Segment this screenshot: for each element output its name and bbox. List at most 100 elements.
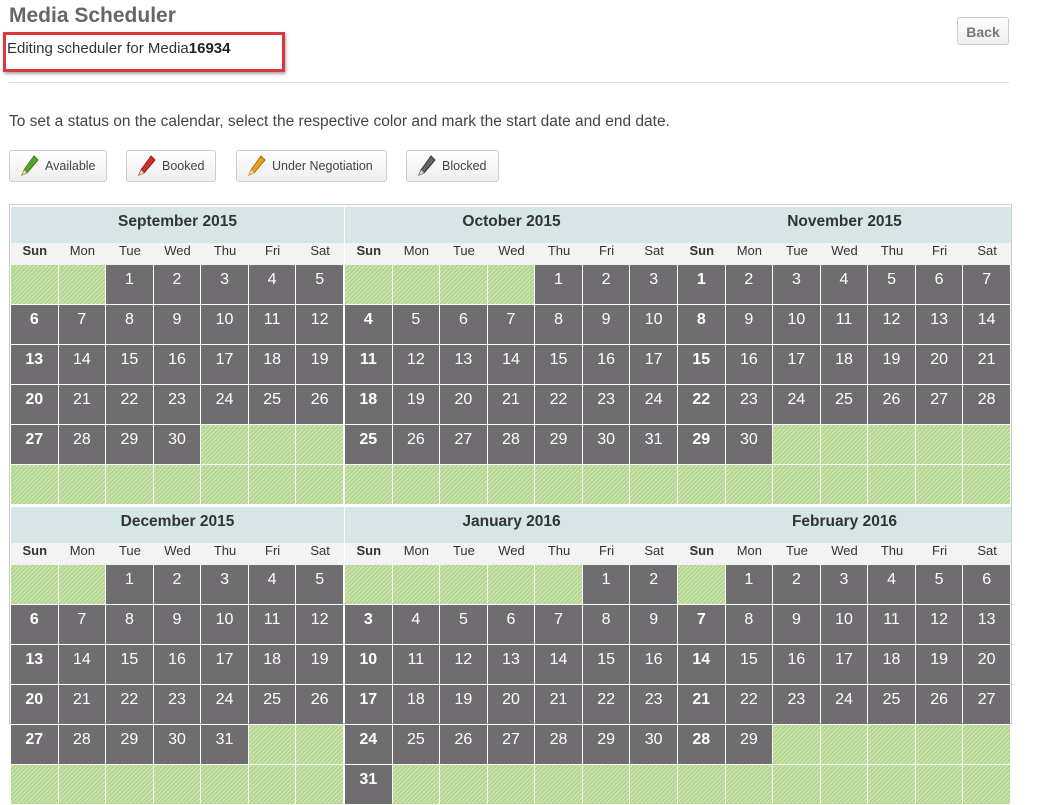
- day-cell[interactable]: 11: [248, 305, 296, 344]
- day-cell[interactable]: 23: [153, 685, 201, 724]
- day-cell[interactable]: 25: [392, 725, 440, 764]
- day-cell[interactable]: 1: [678, 265, 725, 304]
- day-cell[interactable]: 4: [248, 265, 296, 304]
- day-cell[interactable]: 11: [392, 645, 440, 684]
- day-cell[interactable]: 28: [535, 725, 582, 764]
- day-cell[interactable]: 20: [915, 345, 963, 384]
- day-cell[interactable]: 27: [963, 685, 1010, 724]
- day-cell[interactable]: 26: [868, 385, 915, 424]
- day-cell[interactable]: 1: [582, 565, 630, 604]
- day-cell[interactable]: 1: [106, 565, 153, 604]
- day-cell[interactable]: 8: [106, 605, 153, 644]
- day-cell[interactable]: 4: [392, 605, 440, 644]
- day-cell[interactable]: 30: [582, 425, 630, 464]
- day-cell[interactable]: 1: [106, 265, 153, 304]
- day-cell[interactable]: 6: [440, 305, 487, 344]
- day-cell[interactable]: 24: [201, 385, 248, 424]
- day-cell[interactable]: 8: [678, 305, 725, 344]
- day-cell[interactable]: 3: [773, 265, 820, 304]
- day-cell[interactable]: 27: [11, 725, 58, 764]
- day-cell[interactable]: 19: [392, 385, 440, 424]
- day-cell[interactable]: 4: [248, 565, 296, 604]
- day-cell[interactable]: 4: [345, 305, 392, 344]
- day-cell[interactable]: 12: [296, 305, 343, 344]
- day-cell[interactable]: 20: [963, 645, 1010, 684]
- day-cell[interactable]: 17: [201, 645, 248, 684]
- day-cell[interactable]: 22: [678, 385, 725, 424]
- day-cell[interactable]: 11: [820, 305, 868, 344]
- day-cell[interactable]: 14: [963, 305, 1010, 344]
- day-cell[interactable]: 15: [725, 645, 773, 684]
- day-cell[interactable]: 19: [296, 345, 343, 384]
- day-cell[interactable]: 4: [820, 265, 868, 304]
- day-cell[interactable]: 2: [773, 565, 820, 604]
- day-cell[interactable]: 3: [630, 265, 677, 304]
- day-cell[interactable]: 23: [773, 685, 820, 724]
- day-cell[interactable]: 20: [487, 685, 535, 724]
- day-cell[interactable]: 21: [487, 385, 535, 424]
- day-cell[interactable]: 2: [153, 565, 201, 604]
- day-cell[interactable]: 18: [345, 385, 392, 424]
- day-cell[interactable]: 2: [153, 265, 201, 304]
- day-cell[interactable]: 9: [153, 305, 201, 344]
- day-cell[interactable]: 23: [153, 385, 201, 424]
- day-cell[interactable]: 14: [58, 345, 106, 384]
- day-cell[interactable]: 29: [535, 425, 582, 464]
- day-cell[interactable]: 13: [963, 605, 1010, 644]
- day-cell[interactable]: 6: [11, 305, 58, 344]
- day-cell[interactable]: 7: [963, 265, 1010, 304]
- day-cell[interactable]: 24: [345, 725, 392, 764]
- day-cell[interactable]: 14: [487, 345, 535, 384]
- day-cell[interactable]: 7: [678, 605, 725, 644]
- day-cell[interactable]: 6: [11, 605, 58, 644]
- day-cell[interactable]: 27: [11, 425, 58, 464]
- day-cell[interactable]: 28: [487, 425, 535, 464]
- day-cell[interactable]: 5: [868, 265, 915, 304]
- day-cell[interactable]: 16: [773, 645, 820, 684]
- day-cell[interactable]: 13: [915, 305, 963, 344]
- day-cell[interactable]: 26: [392, 425, 440, 464]
- day-cell[interactable]: 19: [915, 645, 963, 684]
- day-cell[interactable]: 31: [345, 765, 392, 804]
- day-cell[interactable]: 13: [487, 645, 535, 684]
- day-cell[interactable]: 22: [106, 685, 153, 724]
- day-cell[interactable]: 27: [487, 725, 535, 764]
- day-cell[interactable]: 8: [535, 305, 582, 344]
- day-cell[interactable]: 17: [201, 345, 248, 384]
- day-cell[interactable]: 19: [440, 685, 487, 724]
- day-cell[interactable]: 18: [868, 645, 915, 684]
- day-cell[interactable]: 14: [58, 645, 106, 684]
- day-cell[interactable]: 15: [106, 345, 153, 384]
- day-cell[interactable]: 21: [58, 685, 106, 724]
- day-cell[interactable]: 24: [820, 685, 868, 724]
- day-cell[interactable]: 1: [725, 565, 773, 604]
- day-cell[interactable]: 23: [582, 385, 630, 424]
- day-cell[interactable]: 15: [106, 645, 153, 684]
- day-cell[interactable]: 21: [535, 685, 582, 724]
- day-cell[interactable]: 29: [678, 425, 725, 464]
- day-cell[interactable]: 12: [296, 605, 343, 644]
- day-cell[interactable]: 12: [392, 345, 440, 384]
- day-cell[interactable]: 27: [915, 385, 963, 424]
- day-cell[interactable]: 15: [582, 645, 630, 684]
- day-cell[interactable]: 9: [773, 605, 820, 644]
- day-cell[interactable]: 16: [153, 345, 201, 384]
- day-cell[interactable]: 13: [11, 345, 58, 384]
- day-cell[interactable]: 4: [868, 565, 915, 604]
- day-cell[interactable]: 11: [248, 605, 296, 644]
- day-cell[interactable]: 15: [535, 345, 582, 384]
- day-cell[interactable]: 8: [725, 605, 773, 644]
- day-cell[interactable]: 21: [963, 345, 1010, 384]
- day-cell[interactable]: 25: [868, 685, 915, 724]
- day-cell[interactable]: 16: [153, 645, 201, 684]
- day-cell[interactable]: 10: [345, 645, 392, 684]
- day-cell[interactable]: 11: [345, 345, 392, 384]
- day-cell[interactable]: 6: [915, 265, 963, 304]
- day-cell[interactable]: 2: [630, 565, 677, 604]
- day-cell[interactable]: 7: [535, 605, 582, 644]
- day-cell[interactable]: 8: [106, 305, 153, 344]
- day-cell[interactable]: 31: [630, 425, 677, 464]
- day-cell[interactable]: 30: [630, 725, 677, 764]
- day-cell[interactable]: 12: [440, 645, 487, 684]
- day-cell[interactable]: 26: [296, 685, 343, 724]
